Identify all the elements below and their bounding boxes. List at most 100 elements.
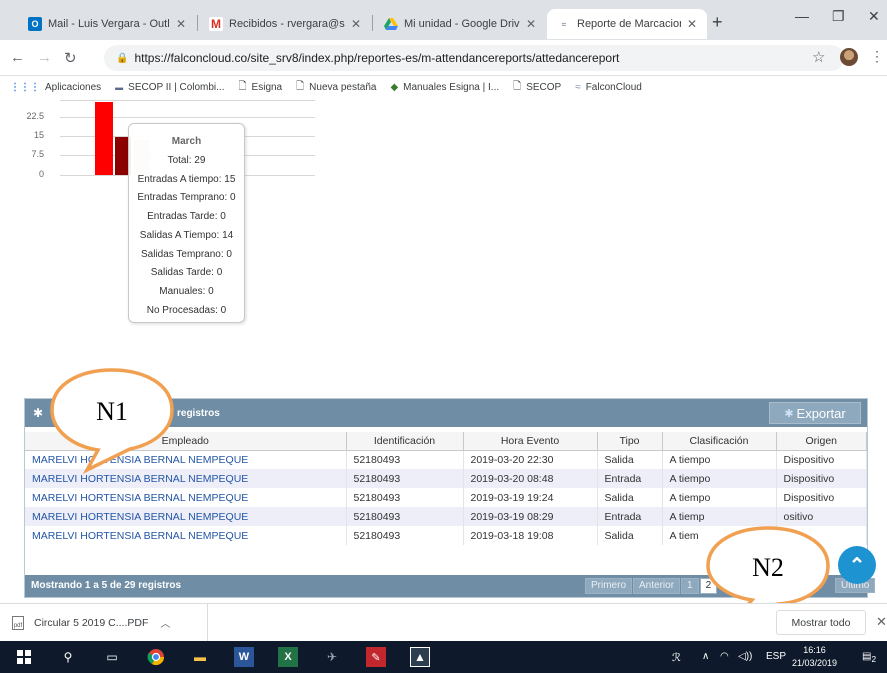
bookmark-falconcloud[interactable]: ≈ FalconCloud xyxy=(575,82,642,93)
notification-icon[interactable]: ▤2 xyxy=(862,651,876,664)
pager-first[interactable]: Primero xyxy=(585,578,633,594)
employee-link[interactable]: MARELVI HORTENSIA BERNAL NEMPEQUE xyxy=(25,507,347,526)
search-icon[interactable]: ⚲ xyxy=(58,647,78,667)
chevron-up-icon[interactable]: ︿ xyxy=(160,615,170,630)
cell-hora-evento: 2019-03-19 08:29 xyxy=(463,507,598,526)
clock-time: 16:16 xyxy=(803,645,826,655)
page-icon: 🗋 xyxy=(296,80,305,92)
bookmark-nueva-pestana[interactable]: 🗋 Nueva pestaña xyxy=(296,79,376,96)
export-label: Exportar xyxy=(796,405,846,421)
download-item[interactable]: pdf Circular 5 2019 C....PDF ︿ xyxy=(12,604,208,641)
bar-total[interactable] xyxy=(95,102,113,175)
secop-icon: ▬ xyxy=(115,82,124,92)
bookmark-secop-ii[interactable]: ▬ SECOP II | Colombi... xyxy=(115,82,224,93)
bookmark-label: Manuales Esigna | I... xyxy=(403,81,500,93)
page-icon: 🗋 xyxy=(513,80,522,92)
pager-page-1[interactable]: 1 xyxy=(681,578,699,594)
scroll-to-top-button[interactable]: ⌃ xyxy=(838,546,876,584)
maximize-icon[interactable]: ❐ xyxy=(832,8,845,25)
tooltip-line: No Procesadas: 0 xyxy=(146,304,227,316)
chevron-up-icon: ⌃ xyxy=(848,554,866,577)
cell-origen: Dispositivo xyxy=(776,488,867,507)
bookmark-star-icon[interactable]: ☆ xyxy=(812,48,825,66)
file-explorer-icon[interactable]: ▬ xyxy=(190,647,210,667)
y-tick-label: 0 xyxy=(38,169,44,179)
profile-avatar[interactable] xyxy=(840,48,858,66)
pagination: Primero Anterior 1 2 Último xyxy=(585,578,876,594)
column-header-tipo[interactable]: Tipo xyxy=(597,432,663,451)
cell-tipo: Entrada xyxy=(597,469,663,488)
cell-hora-evento: 2019-03-20 22:30 xyxy=(463,450,598,469)
download-bar: pdf Circular 5 2019 C....PDF ︿ Mostrar t… xyxy=(0,603,887,641)
tooltip-line: Salidas Tarde: 0 xyxy=(150,267,223,279)
chevron-up-icon[interactable]: ∧ xyxy=(702,651,709,662)
close-download-bar-icon[interactable]: ✕ xyxy=(876,614,887,630)
cell-hora-evento: 2019-03-19 19:24 xyxy=(463,488,598,507)
tooltip-line: Manuales: 0 xyxy=(159,285,214,297)
chrome-icon[interactable] xyxy=(146,647,166,667)
tab-title: Mail - Luis Vergara - Outl xyxy=(48,18,170,30)
bookmark-label: Nueva pestaña xyxy=(309,81,377,93)
address-bar[interactable]: 🔒 https://falconcloud.co/site_srv8/index… xyxy=(104,45,844,71)
tab-close-icon[interactable]: ✕ xyxy=(526,17,536,31)
tab-close-icon[interactable]: ✕ xyxy=(351,17,361,31)
bookmark-manuales-esigna[interactable]: ◆ Manuales Esigna | I... xyxy=(390,82,499,93)
tab-divider xyxy=(372,15,373,31)
tab-gmail[interactable]: M Recibidos - rvergara@sup ✕ xyxy=(199,9,371,39)
tab-reporte-marcaciones[interactable]: ≈ Reporte de Marcaciones ✕ xyxy=(547,9,707,39)
cell-clasificacion: A tiempo xyxy=(662,450,777,469)
menu-kebab-icon[interactable]: ⋮ xyxy=(870,48,884,65)
cell-origen: Dispositivo xyxy=(776,469,867,488)
y-tick-label: 7.5 xyxy=(31,149,44,159)
window-close-icon[interactable]: ✕ xyxy=(868,8,880,25)
excel-icon[interactable]: X xyxy=(278,647,298,667)
minimize-icon[interactable]: — xyxy=(795,8,809,24)
cell-tipo: Salida xyxy=(597,526,663,545)
show-all-downloads-button[interactable]: Mostrar todo xyxy=(776,610,866,635)
tab-outlook-mail[interactable]: O Mail - Luis Vergara - Outl ✕ xyxy=(18,9,196,39)
column-header-identificacion[interactable]: Identificación xyxy=(346,432,464,451)
cell-identificacion: 52180493 xyxy=(346,469,464,488)
taskbar-clock[interactable]: 16:16 21/03/2019 xyxy=(792,644,837,670)
tab-close-icon[interactable]: ✕ xyxy=(687,17,697,31)
table-row[interactable]: MARELVI HORTENSIA BERNAL NEMPEQUE 521804… xyxy=(25,488,867,507)
chart-tooltip: March Total: 29 Entradas A tiempo: 15 En… xyxy=(128,123,245,323)
bookmark-aplicaciones[interactable]: ⋮⋮⋮ Aplicaciones xyxy=(10,82,101,93)
tooltip-line: Entradas Tarde: 0 xyxy=(147,211,226,223)
language-indicator[interactable]: ESP xyxy=(766,651,786,662)
column-header-hora-evento[interactable]: Hora Evento xyxy=(463,432,598,451)
task-view-icon[interactable]: ▭ xyxy=(102,647,122,667)
column-header-origen[interactable]: Origen xyxy=(776,432,867,451)
employee-link[interactable]: MARELVI HORTENSIA BERNAL NEMPEQUE xyxy=(25,488,347,507)
tab-title: Reporte de Marcaciones xyxy=(577,18,681,30)
pdf-reader-icon[interactable]: ✎ xyxy=(366,647,386,667)
chart-gridline xyxy=(60,100,315,101)
forward-arrow-icon[interactable]: → xyxy=(37,49,52,66)
employee-link[interactable]: MARELVI HORTENSIA BERNAL NEMPEQUE xyxy=(25,526,347,545)
bookmark-secop[interactable]: 🗋 SECOP xyxy=(513,79,561,96)
gmail-icon: M xyxy=(209,17,223,31)
cell-hora-evento: 2019-03-20 08:48 xyxy=(463,469,598,488)
tab-google-drive[interactable]: Mi unidad - Google Drive ✕ xyxy=(374,9,546,39)
export-button[interactable]: ✱ Exportar xyxy=(769,402,861,424)
cell-hora-evento: 2019-03-18 19:08 xyxy=(463,526,598,545)
tab-close-icon[interactable]: ✕ xyxy=(176,17,186,31)
wifi-icon[interactable]: ◠ xyxy=(720,651,729,662)
bookmarks-bar: ⋮⋮⋮ Aplicaciones ▬ SECOP II | Colombi...… xyxy=(0,76,887,98)
word-icon[interactable]: W xyxy=(234,647,254,667)
tool-icon[interactable]: ✈ xyxy=(322,647,342,667)
pager-prev[interactable]: Anterior xyxy=(633,578,681,594)
cell-clasificacion: A tiempo xyxy=(662,469,777,488)
new-tab-button[interactable]: + xyxy=(712,12,723,33)
photos-icon[interactable]: ▲ xyxy=(410,647,430,667)
tooltip-line: Entradas A tiempo: 15 xyxy=(137,173,236,185)
people-icon[interactable]: ℛ xyxy=(672,651,681,664)
bookmark-esigna[interactable]: 🗋 Esigna xyxy=(239,79,283,96)
back-arrow-icon[interactable]: ← xyxy=(10,49,25,66)
reload-icon[interactable]: ↻ xyxy=(64,49,77,67)
windows-start-icon[interactable] xyxy=(14,647,34,667)
cell-tipo: Salida xyxy=(597,488,663,507)
volume-icon[interactable]: ◁)) xyxy=(738,651,752,662)
column-header-clasificacion[interactable]: Clasificación xyxy=(662,432,777,451)
pdf-file-icon: pdf xyxy=(12,615,24,630)
